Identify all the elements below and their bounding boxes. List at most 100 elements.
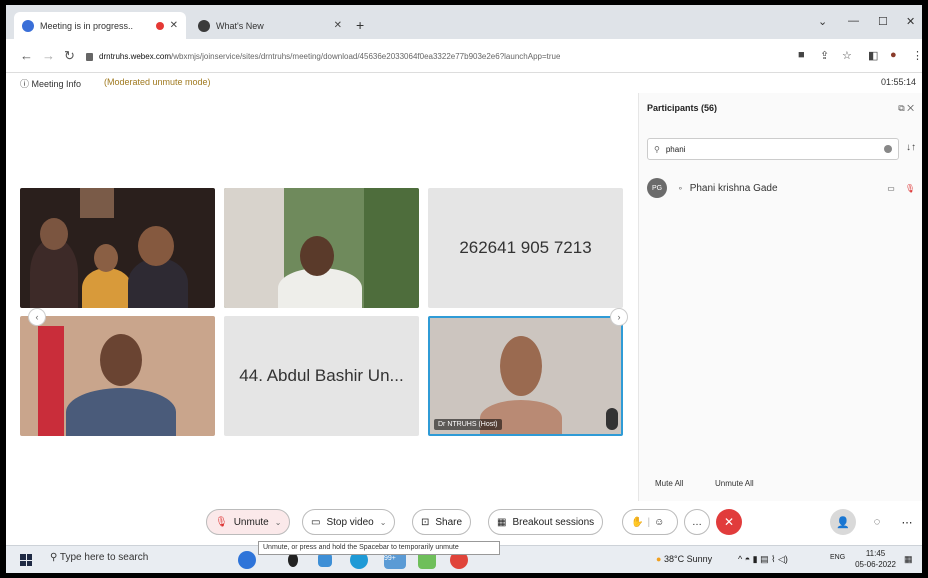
unmute-tooltip: Unmute, or press and hold the Spacebar t… (258, 541, 500, 555)
meeting-info-bar: ⓘ Meeting Info (Moderated unmute mode) 0… (6, 73, 922, 93)
raise-hand-icon: ✋ (631, 516, 644, 528)
windows-start-icon[interactable] (20, 554, 32, 566)
avatar: PG (647, 178, 667, 198)
taskbar-clock[interactable]: 11:45 05-06-2022 (855, 548, 896, 570)
video-tile-4[interactable] (20, 316, 215, 436)
muted-mic-icon: 🎙 (215, 516, 228, 528)
popout-icon[interactable]: ⧉ (898, 103, 904, 113)
participant-head (300, 236, 334, 276)
address-bar: ← → ↻ drntruhs.webex.com /wbxmjs/joinser… (6, 39, 922, 73)
file-explorer-icon[interactable] (318, 553, 332, 567)
emoji-icon: ☺ (654, 516, 665, 528)
muted-mic-icon[interactable]: 🎙 (905, 184, 915, 193)
forward-icon[interactable]: → (42, 48, 55, 63)
widgets-icon[interactable] (238, 551, 256, 569)
tab-meeting[interactable]: Meeting is in progress.. ✕ (14, 12, 186, 39)
participants-panel: Participants (56) ⧉ ✕ ⚲ phani ↓↑ PG ⚬ Ph… (638, 93, 922, 501)
lock-icon (86, 52, 93, 61)
profile-avatar-icon[interactable]: ● (890, 49, 897, 61)
participant-head (94, 244, 118, 272)
video-tile-1[interactable] (20, 188, 215, 308)
tab-search-icon[interactable]: ⌄ (818, 15, 827, 28)
prev-page-button[interactable]: ‹ (28, 308, 46, 326)
side-panel-icon[interactable]: ◧ (868, 49, 878, 62)
more-options-button[interactable]: … (684, 509, 710, 535)
url-path: /wbxmjs/joinservice/sites/drntruhs/meeti… (171, 52, 561, 61)
room-wall (224, 188, 284, 308)
share-page-icon[interactable]: ⇪ (820, 49, 829, 62)
task-view-icon[interactable] (288, 553, 298, 567)
participant-head (138, 226, 174, 266)
url-field[interactable]: drntruhs.webex.com /wbxmjs/joinservice/s… (86, 47, 786, 66)
reload-icon[interactable]: ↻ (64, 48, 75, 64)
host-name-label: Dr NTRUHS (Host) (434, 419, 502, 430)
video-tile-2[interactable] (224, 188, 419, 308)
system-tray-icons[interactable]: ^ ◓ ▮ ▤ ⌇ ◁) (738, 554, 788, 565)
maximize-icon[interactable]: ☐ (878, 15, 888, 28)
weather-widget[interactable]: ● 38°C Sunny (656, 554, 712, 564)
share-screen-icon: ⊡ (421, 516, 430, 528)
share-button[interactable]: ⊡ Share (412, 509, 472, 535)
participant-head (40, 218, 68, 250)
panel-controls: ⧉ ✕ (898, 103, 914, 114)
breakout-sessions-button[interactable]: ▦ Breakout sessions (488, 509, 604, 535)
object-background (606, 408, 618, 430)
next-page-button[interactable]: › (610, 308, 628, 326)
video-tile-5[interactable]: 44. Abdul Bashir Un... (224, 316, 419, 436)
participant-row[interactable]: PG ⚬ Phani krishna Gade ▭ 🎙 (647, 177, 915, 199)
unmute-all-button[interactable]: Unmute All (715, 479, 754, 488)
breakout-icon: ▦ (497, 516, 507, 528)
participant-name-text: 262641 905 7213 (459, 238, 592, 257)
close-tab-icon[interactable]: ✕ (334, 20, 342, 31)
participant-figure (66, 388, 176, 436)
wall-frame (80, 188, 114, 218)
tab-title: Meeting is in progress.. (40, 20, 134, 31)
video-icon[interactable]: ▭ (887, 184, 895, 193)
participants-header: Participants (56) (647, 103, 718, 113)
curtain (38, 326, 64, 436)
meeting-timer: 01:55:14 (880, 77, 916, 87)
participant-figure (480, 400, 562, 434)
chevron-down-icon[interactable]: ⌄ (275, 518, 282, 527)
clear-search-icon[interactable] (884, 145, 892, 153)
participant-controls: ▭ 🎙 (887, 184, 915, 193)
new-tab-icon[interactable]: + (356, 17, 364, 33)
meeting-controls: 🎙 Unmute ⌄ ▭ Stop video ⌄ ⊡ Share ▦ Brea… (6, 505, 922, 539)
taskbar-search-field[interactable]: ⚲ Type here to search (50, 552, 148, 563)
minimize-icon[interactable]: — (848, 15, 859, 27)
stop-video-button[interactable]: ▭ Stop video ⌄ (302, 509, 396, 535)
back-icon[interactable]: ← (20, 48, 33, 63)
tab-title: What's New (216, 20, 264, 31)
participant-head (100, 334, 142, 386)
whats-new-icon (198, 19, 210, 32)
tab-whats-new[interactable]: What's New ✕ (190, 12, 350, 39)
bookmark-star-icon[interactable]: ☆ (842, 49, 852, 62)
participant-name-text: 44. Abdul Bashir Un... (239, 366, 404, 385)
tab-strip: Meeting is in progress.. ✕ What's New ✕ … (6, 5, 922, 39)
camera-in-use-icon[interactable]: ■ (798, 49, 805, 61)
url-host: drntruhs.webex.com (99, 52, 172, 61)
webex-icon (22, 19, 34, 32)
meeting-info-link[interactable]: ⓘ Meeting Info (20, 77, 81, 90)
video-tile-6[interactable]: Dr NTRUHS (Host) (428, 316, 623, 436)
video-grid: 262641 905 7213 44. Abdul Bashir Un... D… (20, 188, 628, 438)
close-window-icon[interactable]: ✕ (906, 15, 915, 28)
close-panel-icon[interactable]: ✕ (907, 103, 914, 113)
close-tab-icon[interactable]: ✕ (170, 20, 178, 31)
reactions-button[interactable]: ✋ | ☺ (622, 509, 678, 535)
end-call-button[interactable]: ✕ (716, 509, 742, 535)
sort-icon[interactable]: ↓↑ (906, 142, 916, 153)
notifications-icon[interactable]: ▦ (904, 554, 913, 565)
video-tile-3[interactable]: 262641 905 7213 (428, 188, 623, 308)
video-icon: ▭ (311, 516, 321, 528)
mute-all-button[interactable]: Mute All (655, 479, 683, 488)
language-indicator[interactable]: ENG (830, 554, 845, 561)
chevron-down-icon[interactable]: ⌄ (380, 518, 387, 527)
participants-toggle-button[interactable]: 👤 (830, 509, 856, 535)
participant-name: Phani krishna Gade (689, 182, 778, 194)
unmute-button[interactable]: 🎙 Unmute ⌄ (206, 509, 291, 535)
participant-search-input[interactable]: ⚲ phani (647, 138, 899, 160)
menu-icon[interactable]: ⋮ (912, 49, 922, 62)
chat-button[interactable]: ◌ (864, 509, 890, 535)
more-panels-button[interactable]: ⋯ (894, 509, 920, 535)
